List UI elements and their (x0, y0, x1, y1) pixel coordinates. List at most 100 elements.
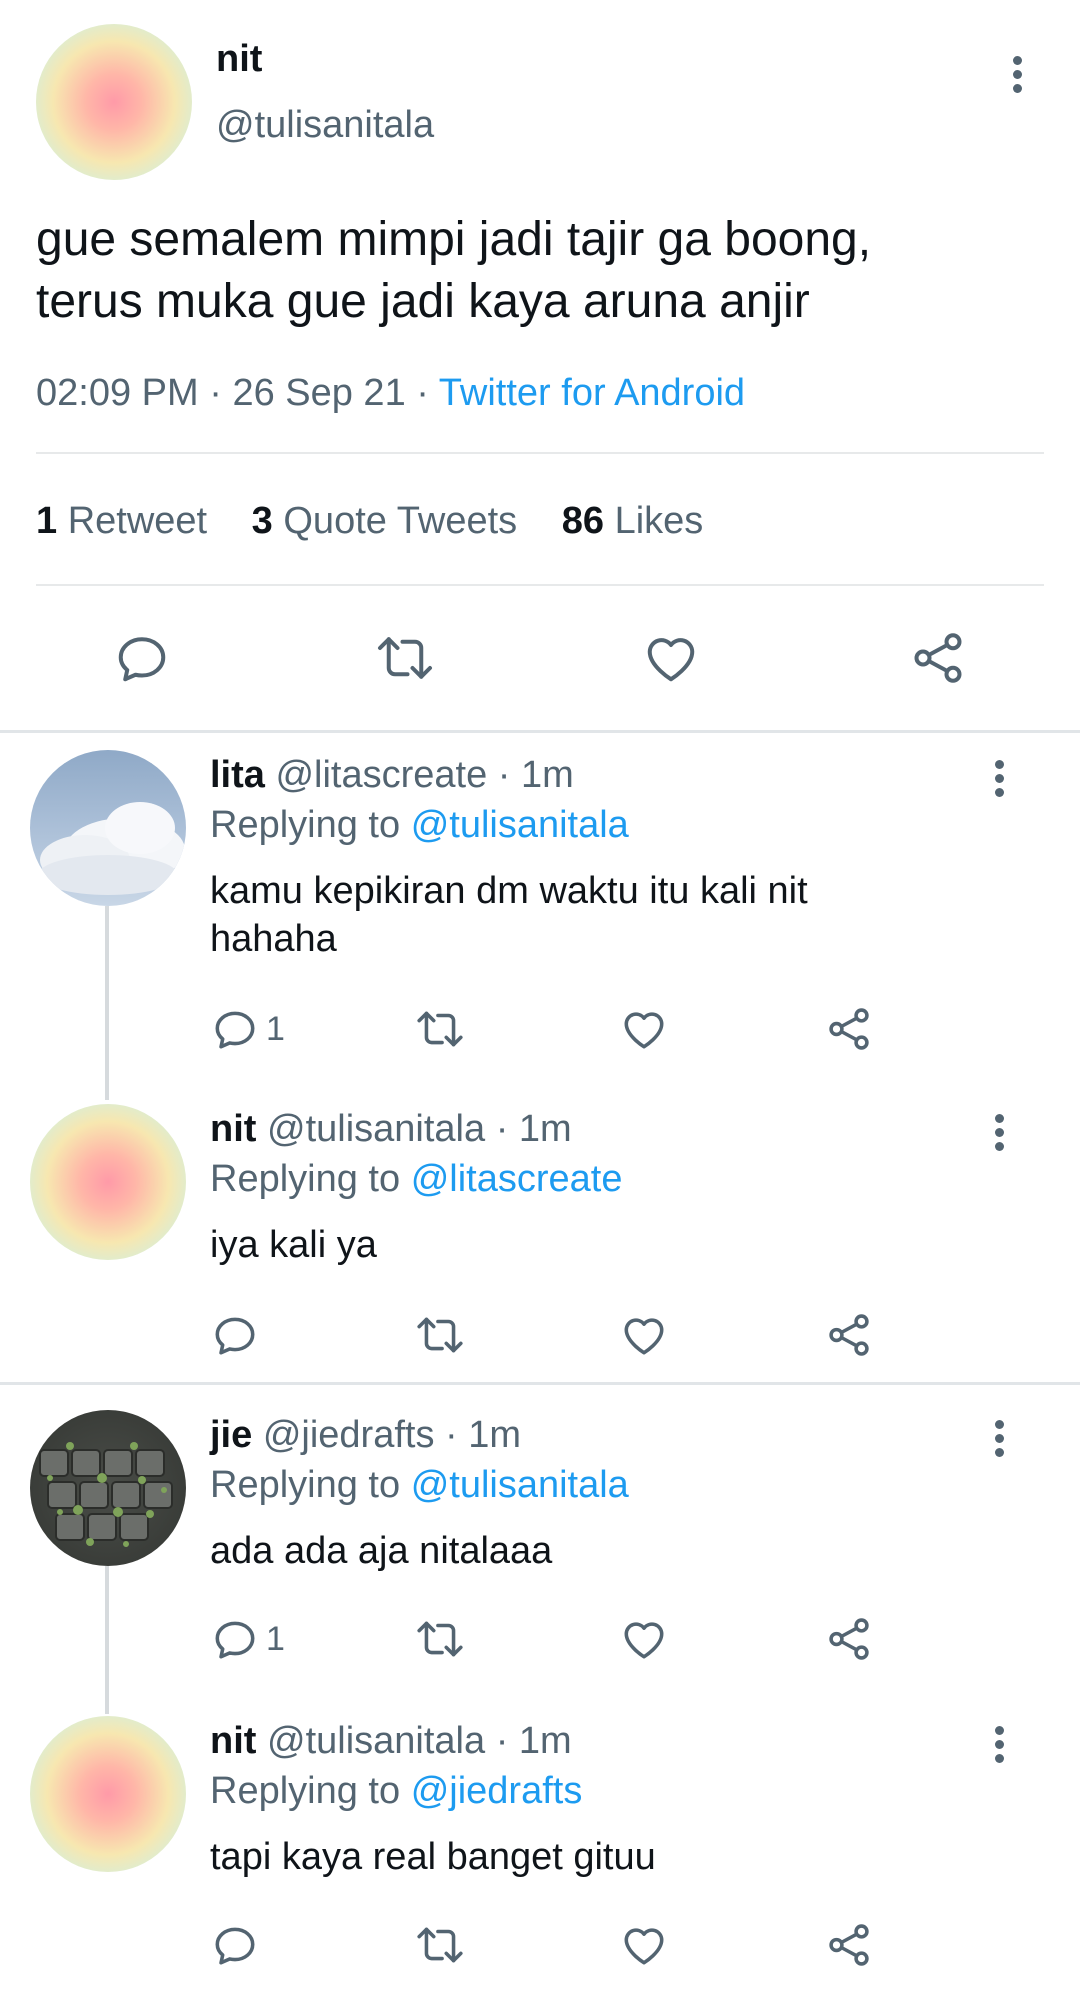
reply-button[interactable]: 1 (210, 1614, 285, 1664)
keyboard-photo (39, 1442, 173, 1547)
thread-line (105, 906, 109, 1100)
reply-text-line-1: tapi kaya real banget gituu (210, 1836, 656, 1878)
reply-button[interactable]: 1 (210, 1004, 285, 1054)
tweet-stats: 1 Retweet 3 Quote Tweets 86 Likes (36, 500, 703, 543)
retweets-count: 1 (36, 500, 58, 542)
reply-text-line-1: iya kali ya (210, 1224, 377, 1266)
reply-icon (215, 1011, 255, 1049)
retweet-icon (417, 1927, 463, 1963)
timestamp: · 1m (495, 1108, 572, 1150)
share-button[interactable] (908, 628, 968, 688)
reply-button[interactable] (210, 1310, 260, 1360)
replying-to-label: Replying to (210, 1464, 401, 1506)
likes-count: 86 (561, 500, 604, 542)
avatar[interactable] (30, 1410, 186, 1566)
retweet-button[interactable] (414, 1004, 466, 1054)
share-button[interactable] (824, 1920, 874, 1970)
mention-link[interactable]: @jiedrafts (411, 1770, 583, 1812)
avatar[interactable] (30, 1716, 186, 1872)
retweet-icon (417, 1011, 463, 1047)
replying-to: Replying to @jiedrafts (210, 1770, 582, 1813)
replying-to-label: Replying to (210, 1770, 401, 1812)
reply-icon (215, 1621, 255, 1659)
retweets-stat[interactable]: 1 Retweet (36, 500, 218, 542)
replying-to-label: Replying to (210, 1158, 401, 1200)
like-button[interactable] (618, 1004, 670, 1054)
author-name[interactable]: nit (216, 38, 262, 81)
retweet-button[interactable] (414, 1614, 466, 1664)
reply-text-line-1: kamu kepikiran dm waktu itu kali nit (210, 870, 808, 912)
retweet-icon (417, 1621, 463, 1657)
author-handle[interactable]: @tulisanitala (267, 1108, 485, 1150)
cloud-photo (38, 802, 185, 895)
author-handle[interactable]: @jiedrafts (263, 1414, 435, 1456)
like-button[interactable] (618, 1614, 670, 1664)
like-button[interactable] (618, 1920, 670, 1970)
mention-link[interactable]: @litascreate (411, 1158, 623, 1200)
avatar[interactable] (30, 1104, 186, 1260)
author-handle[interactable]: @tulisanitala (216, 104, 434, 147)
retweet-button[interactable] (374, 628, 436, 688)
tweet-metadata: 02:09 PM · 26 Sep 21 · Twitter for Andro… (36, 372, 745, 415)
author-name[interactable]: nit (210, 1108, 256, 1150)
share-icon (829, 1314, 869, 1356)
more-vertical-icon[interactable] (980, 1714, 1020, 1774)
more-vertical-icon[interactable] (980, 1102, 1020, 1162)
like-button[interactable] (618, 1310, 670, 1360)
heart-icon (624, 1622, 664, 1659)
reply-text-line-1: ada ada aja nitalaaa (210, 1530, 553, 1572)
quotes-label: Quote Tweets (283, 500, 518, 542)
tweet-text-line-2: terus muka gue jadi kaya aruna anjir (36, 275, 810, 328)
replying-to: Replying to @tulisanitala (210, 1464, 629, 1507)
share-button[interactable] (824, 1310, 874, 1360)
avatar[interactable] (36, 24, 192, 180)
mention-link[interactable]: @tulisanitala (411, 1464, 629, 1506)
author-handle[interactable]: @tulisanitala (267, 1720, 485, 1762)
author-name[interactable]: jie (210, 1414, 252, 1456)
reply-header: nit @tulisanitala · 1m (210, 1108, 572, 1151)
reply-header: lita @litascreate · 1m (210, 754, 574, 797)
retweet-button[interactable] (414, 1310, 466, 1360)
heart-icon (624, 1928, 664, 1965)
more-vertical-icon[interactable] (998, 44, 1038, 104)
section-divider (0, 730, 1080, 733)
reply-text-line-2: hahaha (210, 918, 337, 960)
reply-header: jie @jiedrafts · 1m (210, 1414, 521, 1457)
heart-icon (624, 1012, 664, 1049)
more-vertical-icon[interactable] (980, 748, 1020, 808)
share-icon (914, 633, 962, 683)
avatar[interactable] (30, 750, 186, 906)
meta-separator: · (416, 372, 429, 414)
reply-button[interactable] (112, 628, 172, 688)
tweet-time: 02:09 PM (36, 372, 199, 414)
retweet-button[interactable] (414, 1920, 466, 1970)
retweets-label: Retweet (67, 500, 208, 542)
share-button[interactable] (824, 1004, 874, 1054)
quotes-stat[interactable]: 3 Quote Tweets (252, 500, 528, 542)
like-button[interactable] (640, 628, 702, 688)
author-handle[interactable]: @litascreate (275, 754, 487, 796)
likes-stat[interactable]: 86 Likes (562, 500, 704, 542)
replying-to-label: Replying to (210, 804, 401, 846)
section-divider (0, 1382, 1080, 1385)
reply-count: 1 (266, 1009, 285, 1048)
author-name[interactable]: nit (210, 1720, 256, 1762)
divider (36, 584, 1044, 586)
author-name[interactable]: lita (210, 754, 265, 796)
tweet-source-link[interactable]: Twitter for Android (439, 372, 745, 414)
meta-separator: · (209, 372, 222, 414)
more-vertical-icon[interactable] (980, 1408, 1020, 1468)
heart-icon (624, 1318, 664, 1355)
timestamp: · 1m (495, 1720, 572, 1762)
retweet-icon (417, 1317, 463, 1353)
reply-header: nit @tulisanitala · 1m (210, 1720, 572, 1763)
share-icon (829, 1618, 869, 1660)
thread-line (105, 1566, 109, 1714)
mention-link[interactable]: @tulisanitala (411, 804, 629, 846)
tweet-text-line-1: gue semalem mimpi jadi tajir ga boong, (36, 213, 872, 266)
replying-to: Replying to @tulisanitala (210, 804, 629, 847)
reply-count: 1 (266, 1619, 285, 1658)
reply-button[interactable] (210, 1920, 260, 1970)
share-icon (829, 1008, 869, 1050)
share-button[interactable] (824, 1614, 874, 1664)
